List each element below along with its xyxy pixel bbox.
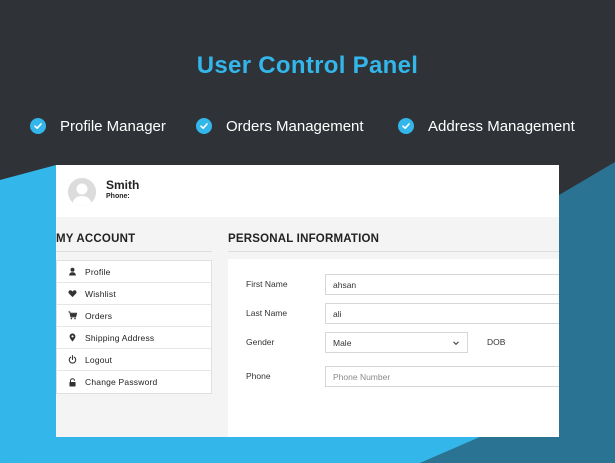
heart-icon [67,289,77,299]
cart-icon [67,311,77,321]
menu-item-label: Orders [85,310,113,321]
check-circle-icon [196,118,212,134]
menu-item-profile[interactable]: Profile [57,261,211,283]
dob-label: DOB [487,337,506,347]
first-name-label: First Name [246,279,288,289]
feature-profile-manager: Profile Manager [30,116,166,136]
menu-item-orders[interactable]: Orders [57,305,211,327]
user-name: Smith [106,178,140,192]
lock-icon [67,377,77,387]
account-content: MY ACCOUNT PERSONAL INFORMATION Profile … [56,217,559,437]
menu-item-change-password[interactable]: Change Password [57,371,211,393]
feature-orders-management: Orders Management [196,116,364,136]
menu-item-label: Profile [85,266,111,277]
check-circle-icon [398,118,414,134]
account-menu: Profile Wishlist Orders Shipping Address [56,260,212,394]
menu-item-label: Change Password [85,377,158,387]
avatar[interactable] [68,178,96,206]
gender-select[interactable]: Male [325,332,468,353]
menu-item-label: Shipping Address [85,332,155,343]
personal-information-heading: PERSONAL INFORMATION [228,233,380,245]
map-pin-icon [67,333,77,343]
gender-label: Gender [246,337,275,347]
menu-item-wishlist[interactable]: Wishlist [57,283,211,305]
check-circle-icon [30,118,46,134]
power-icon [67,355,77,365]
last-name-row: Last Name ali [228,303,559,325]
menu-item-logout[interactable]: Logout [57,349,211,371]
last-name-label: Last Name [246,308,288,318]
menu-item-label: Logout [85,354,113,365]
phone-label: Phone [246,371,271,381]
phone-row: Phone Phone Number [228,366,559,388]
gender-row: Gender Male DOB [228,332,559,354]
phone-field[interactable]: Phone Number [325,366,559,387]
menu-item-label: Wishlist [85,288,116,299]
user-phone-label: Phone: [106,193,130,200]
divider [56,251,212,252]
menu-item-shipping-address[interactable]: Shipping Address [57,327,211,349]
user-avatar-icon [68,178,96,206]
feature-label: Address Management [428,117,575,135]
divider [228,251,559,252]
user-header: Smith Phone: [56,165,559,217]
feature-list: Profile Manager Orders Management Addres… [0,116,615,136]
feature-label: Orders Management [226,117,364,135]
first-name-row: First Name ahsan [228,274,559,296]
chevron-down-icon [453,341,459,346]
feature-address-management: Address Management [398,116,575,136]
first-name-field[interactable]: ahsan [325,274,559,295]
user-control-panel: Smith Phone: MY ACCOUNT PERSONAL INFORMA… [56,165,559,437]
user-icon [67,267,77,277]
feature-label: Profile Manager [60,117,166,135]
personal-information-form: First Name ahsan Last Name ali Gender Ma… [228,259,559,437]
my-account-heading: MY ACCOUNT [56,233,136,245]
hero-title: User Control Panel [196,52,419,79]
gender-selected-value: Male [333,338,352,348]
last-name-field[interactable]: ali [325,303,559,324]
